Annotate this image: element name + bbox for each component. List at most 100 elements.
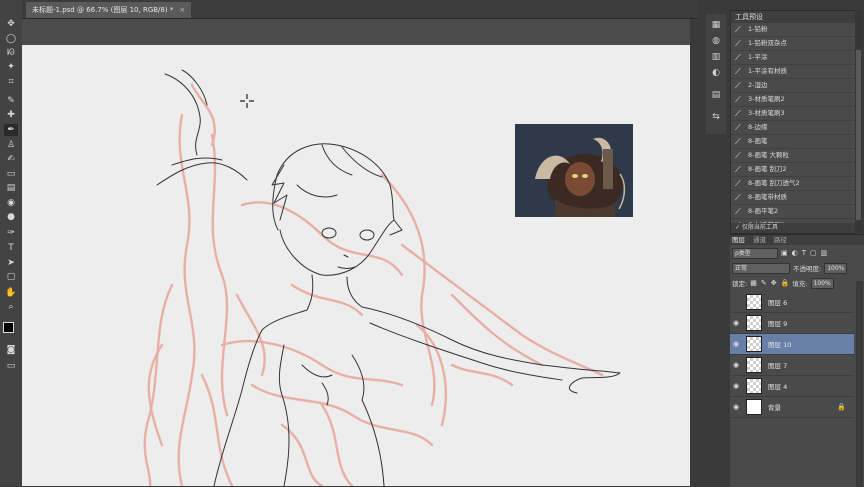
visibility-eye-icon[interactable]: ◉	[730, 382, 742, 390]
layer-row[interactable]: ◉ 图层 10	[730, 334, 854, 355]
shape-icon[interactable]: ▢	[4, 271, 18, 283]
preset-item[interactable]: ⟋ 8-画笔 大颗粒	[731, 149, 855, 163]
preset-item[interactable]: ⟋ 2-湿边	[731, 79, 855, 93]
stamp-icon[interactable]: ♙	[4, 139, 18, 151]
eraser-icon[interactable]: ▭	[4, 168, 18, 180]
adjustments-icon[interactable]: ▥	[710, 52, 722, 62]
scrollbar-thumb[interactable]	[856, 50, 861, 220]
color-icon[interactable]: ◍	[710, 36, 722, 46]
lock-all-icon[interactable]: 🔒	[781, 279, 790, 287]
healing-icon[interactable]: ✚	[4, 109, 18, 121]
preset-item[interactable]: ⟋ 8-画笔 刮刀透气2	[731, 177, 855, 191]
current-tool-only-checkbox[interactable]: ✓ 仅限当前工具	[731, 223, 855, 233]
document-tab[interactable]: 未标题-1.psd @ 66.7% (图层 10, RGB/8) * ×	[26, 2, 192, 18]
preset-item[interactable]: ⟋ 8-画平笔2	[731, 205, 855, 219]
visibility-eye-icon[interactable]: ◉	[730, 340, 742, 348]
preset-item[interactable]: ⟋ 1-平涂	[731, 51, 855, 65]
hand-icon[interactable]: ✋	[4, 287, 18, 299]
screen-mode-icon[interactable]: ▭	[4, 360, 18, 372]
history-icon[interactable]: ⇆	[710, 112, 722, 122]
layer-thumbnail	[746, 378, 762, 394]
tool-presets-panel: 工具预设 ⟋ 1-铅粉 ⟋ 1-铅粉双杂点 ⟋ 1-平涂 ⟋ 1-平涂有材质 ⟋ 2-湿边 ⟋ 3-材…	[730, 10, 856, 234]
brush-preset-icon: ⟋	[735, 25, 741, 34]
eyedropper-icon[interactable]: ✎	[4, 95, 18, 107]
layers-scrollbar[interactable]	[856, 281, 863, 487]
layer-thumbnail	[746, 357, 762, 373]
gradient-icon[interactable]: ▤	[4, 182, 18, 194]
layer-row[interactable]: ◉ 背景 🔒	[730, 397, 854, 418]
layer-thumbnail	[746, 399, 762, 415]
layer-name: 图层 6	[768, 299, 788, 307]
preset-item[interactable]: ⟋ 3-材质笔刷3	[731, 107, 855, 121]
swatches-icon[interactable]: ▦	[710, 20, 722, 30]
move-icon[interactable]: ✥	[4, 18, 18, 30]
preset-item-label: 1-铅粉双杂点	[748, 39, 787, 47]
visibility-eye-icon[interactable]: ◉	[730, 403, 742, 411]
preset-item[interactable]: ⟋ 1-铅粉双杂点	[731, 37, 855, 51]
zoom-icon[interactable]: ⌕	[4, 301, 18, 313]
layer-thumbnail	[746, 336, 762, 352]
layer-thumbnail	[746, 315, 762, 331]
layer-thumbnail	[746, 294, 762, 310]
visibility-eye-icon[interactable]: ◉	[730, 298, 742, 306]
pen-icon[interactable]: ✑	[4, 227, 18, 239]
image-filter-icon[interactable]: ▣	[781, 249, 788, 257]
brush-preset-icon: ⟋	[735, 193, 741, 202]
preset-item[interactable]: ⟋ 1-铅粉	[731, 23, 855, 37]
preset-item[interactable]: ⟋ 1-平涂有材质	[731, 65, 855, 79]
smart-filter-icon[interactable]: ▥	[821, 249, 828, 257]
type-icon[interactable]: T	[4, 242, 18, 254]
brush-icon[interactable]: ✒	[4, 124, 18, 136]
tab-paths[interactable]: 路径	[774, 235, 787, 245]
preset-item-label: 8-画笔 刮刀透气2	[748, 179, 800, 187]
opacity-input[interactable]: 100%	[824, 262, 848, 274]
preset-item-label: 8-画笔带材质	[748, 193, 787, 201]
canvas-scrollbar[interactable]	[690, 19, 698, 486]
visibility-eye-icon[interactable]: ◉	[730, 361, 742, 369]
tab-layers[interactable]: 图层	[732, 235, 745, 245]
crop-icon[interactable]: ⌗	[4, 76, 18, 88]
history-brush-icon[interactable]: ✍	[4, 153, 18, 165]
layer-row[interactable]: ◉ 图层 4	[730, 376, 854, 397]
layer-filter-select[interactable]: ρ类型	[732, 247, 778, 259]
blur-icon[interactable]: ◉	[4, 197, 18, 209]
document-tab-title: 未标题-1.psd @ 66.7% (图层 10, RGB/8) *	[32, 6, 174, 14]
layer-row[interactable]: ◉ 图层 6	[730, 292, 854, 313]
preset-item[interactable]: ⟋ 8-画笔 刮刀2	[731, 163, 855, 177]
close-icon[interactable]: ×	[179, 6, 185, 14]
tab-channels[interactable]: 通道	[753, 235, 766, 245]
preset-item[interactable]: ⟋ 8-边缘	[731, 121, 855, 135]
preset-item[interactable]: ⟋ 8-画笔带材质	[731, 191, 855, 205]
blend-mode-select[interactable]: 正常	[732, 262, 790, 274]
preset-item-label: 1-铅粉	[748, 25, 768, 33]
brush-preset-icon: ⟋	[735, 123, 741, 132]
properties-icon[interactable]: ▤	[710, 90, 722, 100]
quick-mask-icon[interactable]: ◙	[4, 344, 18, 356]
lasso-icon[interactable]: ᘗ	[4, 47, 18, 59]
foreground-color-swatch[interactable]	[3, 322, 14, 333]
path-select-icon[interactable]: ➤	[4, 257, 18, 269]
marquee-icon[interactable]: ◯	[4, 33, 18, 45]
layer-name: 图层 10	[768, 341, 792, 349]
magic-wand-icon[interactable]: ✦	[4, 61, 18, 73]
lock-position-icon[interactable]: ✥	[771, 279, 777, 287]
document-canvas[interactable]	[22, 45, 694, 486]
brush-preset-icon: ⟋	[735, 179, 741, 188]
lock-pixels-icon[interactable]: ✎	[761, 279, 767, 287]
adjust-filter-icon[interactable]: ◐	[792, 249, 798, 257]
layer-row[interactable]: ◉ 图层 9	[730, 313, 854, 334]
shape-filter-icon[interactable]: ▢	[810, 249, 817, 257]
fill-input[interactable]: 100%	[810, 277, 834, 289]
preset-item[interactable]: ⟋ 3-材质笔刷2	[731, 93, 855, 107]
layer-row[interactable]: ◉ 图层 7	[730, 355, 854, 376]
preset-item-label: 8-边缘	[748, 123, 768, 131]
dodge-icon[interactable]: ●	[4, 211, 18, 223]
visibility-eye-icon[interactable]: ◉	[730, 319, 742, 327]
lock-transparent-icon[interactable]: ▦	[750, 279, 757, 287]
presets-scrollbar[interactable]	[855, 10, 862, 232]
preset-item[interactable]: ⟋ 8-画笔	[731, 135, 855, 149]
canvas-area[interactable]	[22, 19, 698, 486]
styles-icon[interactable]: ◐	[710, 68, 722, 78]
type-filter-icon[interactable]: T	[802, 249, 806, 257]
brush-preset-icon: ⟋	[735, 137, 741, 146]
